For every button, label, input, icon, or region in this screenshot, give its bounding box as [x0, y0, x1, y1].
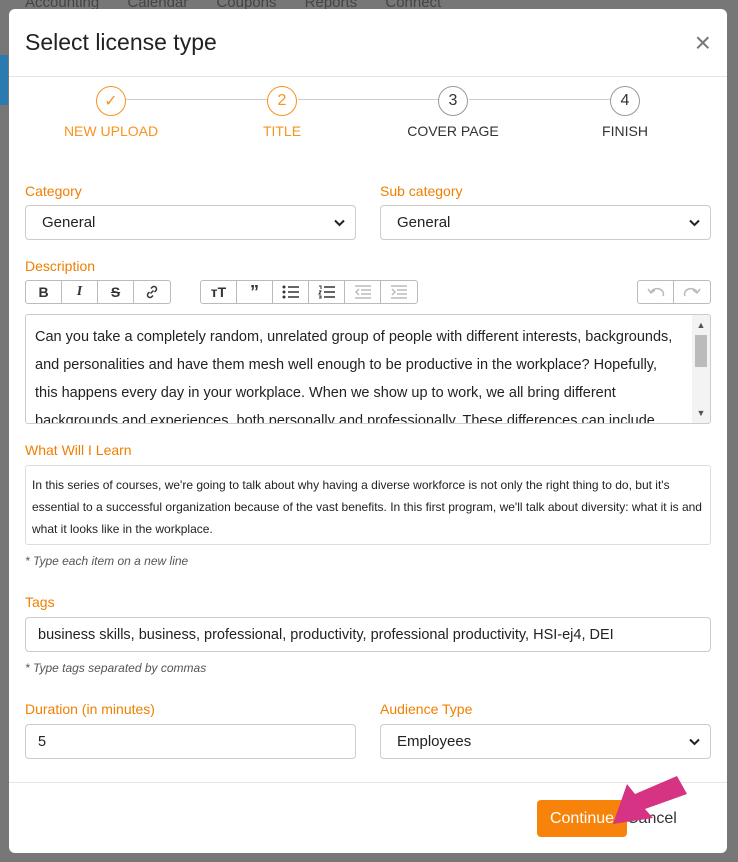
category-label: Category [25, 183, 82, 199]
scroll-down-icon[interactable]: ▼ [692, 405, 710, 421]
modal-title: Select license type [25, 29, 217, 55]
bold-icon[interactable]: B [26, 281, 62, 303]
scroll-up-icon[interactable]: ▲ [692, 317, 710, 333]
modal-body: Category General Sub category General De… [9, 183, 727, 759]
tags-hint: * Type tags separated by commas [25, 661, 207, 675]
learn-textarea[interactable]: In this series of courses, we're going t… [25, 465, 711, 545]
redo-icon[interactable] [674, 281, 710, 303]
step-finish[interactable]: 4 FINISH [555, 86, 695, 139]
subcategory-select[interactable]: General [380, 205, 711, 240]
italic-icon[interactable]: I [62, 281, 98, 303]
step-title[interactable]: 2 TITLE [212, 86, 352, 139]
wizard-stepper: ✓ NEW UPLOAD 2 TITLE 3 COVER PAGE 4 FINI… [9, 77, 727, 152]
step-label: NEW UPLOAD [63, 123, 159, 139]
audience-label: Audience Type [380, 701, 473, 717]
step-new-upload[interactable]: ✓ NEW UPLOAD [41, 86, 181, 139]
duration-input[interactable]: 5 [25, 724, 356, 759]
audience-value: Employees [397, 733, 472, 750]
scroll-thumb[interactable] [695, 335, 707, 367]
description-text[interactable]: Can you take a completely random, unrela… [26, 315, 710, 423]
subcategory-value: General [397, 214, 451, 231]
numbered-list-icon[interactable] [309, 281, 345, 303]
category-select[interactable]: General [25, 205, 356, 240]
step-cover-page[interactable]: 3 COVER PAGE [383, 86, 523, 139]
link-icon[interactable] [134, 281, 170, 303]
duration-label: Duration (in minutes) [25, 701, 155, 717]
step-label: FINISH [602, 123, 648, 139]
license-type-modal: Select license type × ✓ NEW UPLOAD 2 TIT… [9, 9, 727, 853]
pointer-arrow-icon [613, 776, 687, 824]
learn-hint: * Type each item on a new line [25, 554, 189, 568]
format-group: B I S [25, 280, 171, 304]
undo-icon[interactable] [638, 281, 674, 303]
indent-icon[interactable] [381, 281, 417, 303]
tags-label: Tags [25, 594, 55, 610]
strikethrough-icon[interactable]: S [98, 281, 134, 303]
step-label: TITLE [262, 123, 302, 139]
text-size-icon[interactable]: тT [201, 281, 237, 303]
audience-select[interactable]: Employees [380, 724, 711, 759]
editor-scrollbar[interactable]: ▲ ▼ [692, 315, 710, 423]
step-label: COVER PAGE [407, 123, 499, 139]
editor-toolbar: B I S тT ” [25, 280, 711, 304]
history-group [637, 280, 711, 304]
tags-input[interactable]: business skills, business, professional,… [25, 617, 711, 652]
chevron-down-icon [689, 735, 700, 749]
chevron-down-icon [689, 216, 700, 230]
close-icon[interactable]: × [695, 28, 711, 57]
step-number: 3 [438, 86, 468, 116]
subcategory-label: Sub category [380, 183, 463, 199]
description-editor[interactable]: Can you take a completely random, unrela… [25, 314, 711, 424]
chevron-down-icon [334, 216, 345, 230]
block-group: тT ” [200, 280, 418, 304]
background-accent-bar [0, 55, 8, 105]
modal-header: Select license type × [9, 9, 727, 77]
quote-icon[interactable]: ” [237, 281, 273, 303]
outdent-icon[interactable] [345, 281, 381, 303]
step-number: 2 [267, 86, 297, 116]
description-label: Description [25, 258, 96, 274]
bullet-list-icon[interactable] [273, 281, 309, 303]
learn-label: What Will I Learn [25, 442, 132, 458]
step-number: 4 [610, 86, 640, 116]
category-value: General [42, 214, 96, 231]
check-icon: ✓ [96, 86, 126, 116]
